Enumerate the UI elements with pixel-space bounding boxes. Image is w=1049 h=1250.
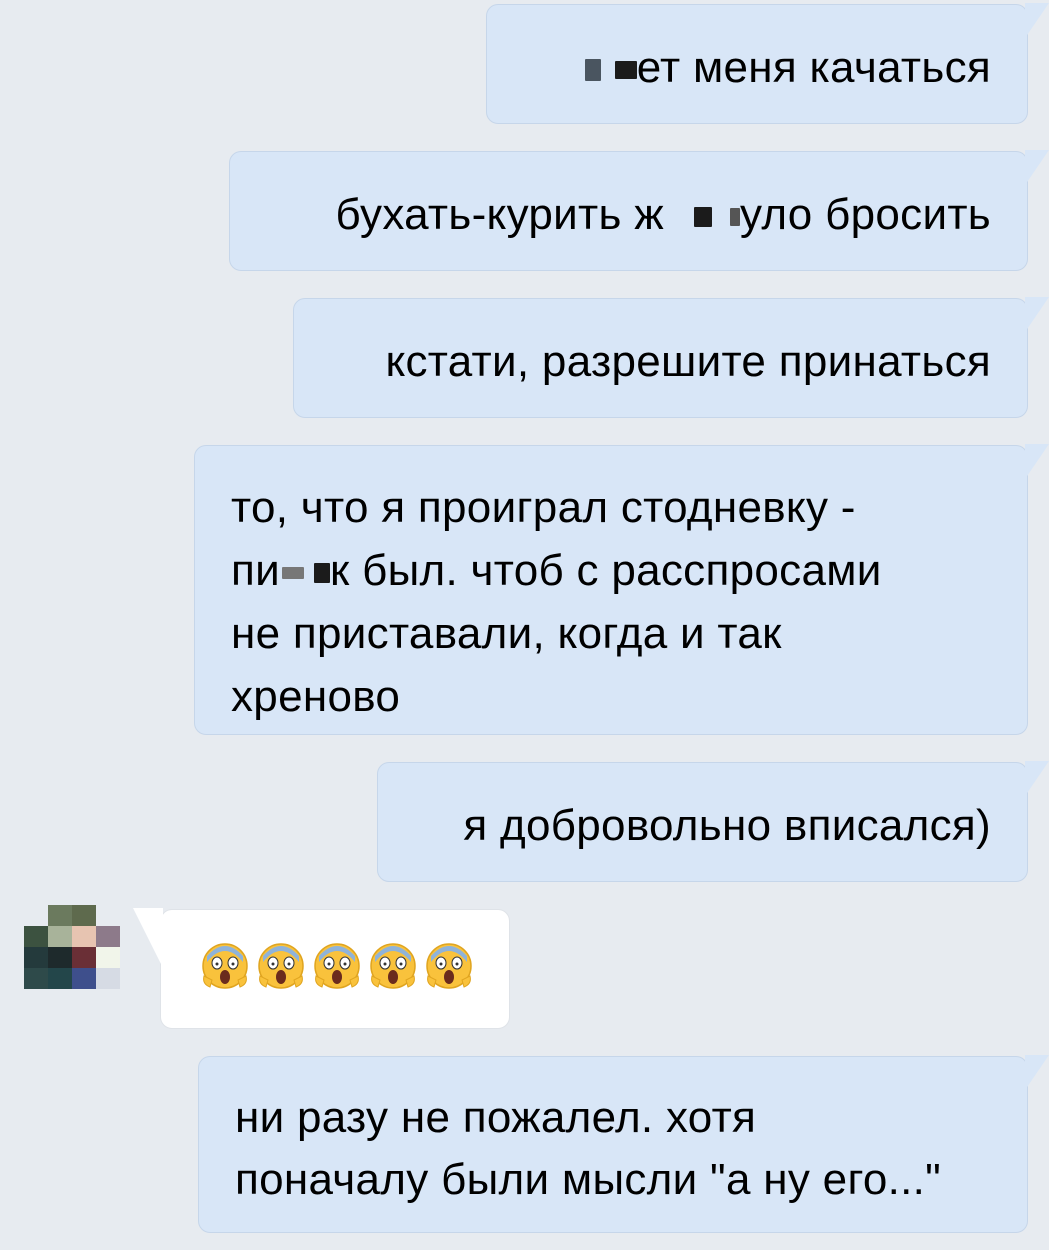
message-text-line: то, что я проиграл стодневку - (231, 483, 856, 532)
message-text-segment: пи (231, 546, 281, 595)
message-text-line: пи к был. чтоб с расспросами (231, 539, 991, 602)
message-text-segment: ет меня качаться (636, 43, 991, 92)
bubble-tail (1025, 150, 1049, 190)
redaction-mark (314, 563, 331, 584)
bubble-tail (1025, 444, 1049, 484)
message-text-line: не приставали, когда и так (231, 609, 782, 658)
face-screaming-in-fear-icon (426, 943, 472, 989)
message-bubble-outgoing[interactable]: ет меня качаться (486, 3, 1049, 124)
bubble-tail (1025, 297, 1049, 337)
message-bubble-outgoing[interactable]: кстати, разрешите принаться (293, 297, 1049, 418)
message-text-segment: уло бросить (740, 190, 991, 239)
redaction-mark (584, 59, 601, 82)
redaction-mark (614, 61, 637, 80)
redaction-mark (694, 207, 712, 228)
face-screaming-in-fear-icon (202, 943, 248, 989)
message-bubble-outgoing[interactable]: ни разу не пожалел. хотя поначалу были м… (198, 1055, 1049, 1233)
face-screaming-in-fear-icon (258, 943, 304, 989)
face-screaming-in-fear-icon (314, 943, 360, 989)
bubble-tail (131, 908, 163, 1018)
message-text-segment: бухать-курить ж (335, 190, 664, 239)
message-bubble-outgoing[interactable]: я добровольно вписался) (377, 761, 1049, 882)
message-text-line: ни разу не пожалел. хотя (235, 1093, 757, 1142)
message-text: я добровольно вписался) (463, 801, 991, 850)
emoji-row (201, 942, 509, 990)
message-text-line: хреново (231, 672, 401, 721)
face-screaming-in-fear-icon (370, 943, 416, 989)
message-text: кстати, разрешите принаться (385, 337, 991, 386)
message-text-line: поначалу были мысли "а ну его..." (235, 1155, 942, 1204)
message-text: бухать-курить ж уло бросить (266, 184, 991, 246)
bubble-tail (1025, 3, 1049, 43)
redaction-mark (282, 567, 305, 580)
message-text-segment: к был. чтоб с расспросами (330, 546, 882, 595)
message-bubble-outgoing[interactable]: то, что я проиграл стодневку - пи к был. … (194, 444, 1049, 735)
bubble-tail (1025, 1055, 1049, 1095)
bubble-tail (1025, 761, 1049, 801)
message-text: ет меня качаться (527, 37, 991, 99)
pixelated-avatar-icon[interactable] (24, 905, 120, 989)
message-bubble-incoming[interactable] (133, 908, 510, 1029)
redaction-mark (730, 208, 740, 227)
message-bubble-outgoing[interactable]: бухать-курить ж уло бросить (229, 150, 1049, 271)
